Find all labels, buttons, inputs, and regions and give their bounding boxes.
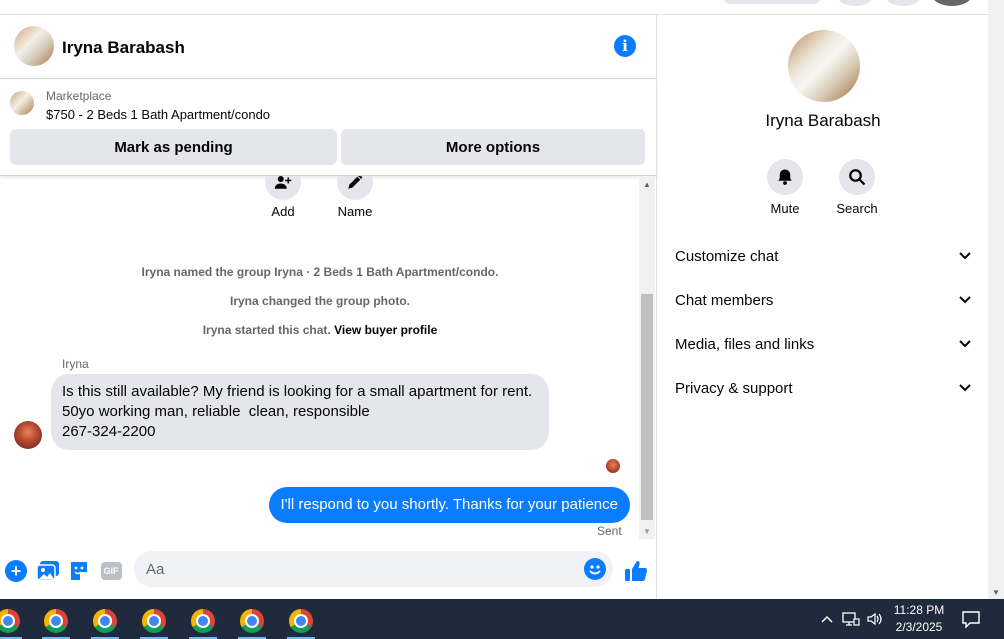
network-icon[interactable] — [840, 599, 862, 639]
view-buyer-profile-link[interactable]: View buyer profile — [334, 323, 437, 337]
mute-action[interactable]: Mute — [750, 159, 820, 216]
profile-avatar[interactable] — [788, 30, 860, 102]
section-label: Customize chat — [675, 247, 779, 265]
started-chat-text: Iryna started this chat. — [202, 323, 331, 337]
top-menu-button[interactable] — [838, 0, 872, 6]
conversation-info-panel: Iryna Barabash Mute Search Customize cha… — [658, 15, 988, 599]
search-label: Search — [836, 201, 878, 216]
chrome-icon — [240, 609, 264, 633]
privacy-support-section[interactable]: Privacy & support — [675, 370, 973, 406]
screen: Iryna Barabash i Marketplace $750 - 2 Be… — [0, 0, 1004, 639]
profile-name[interactable]: Iryna Barabash — [658, 111, 988, 131]
chrome-icon — [289, 609, 313, 633]
customize-chat-section[interactable]: Customize chat — [675, 238, 973, 274]
contact-avatar[interactable] — [14, 26, 54, 66]
name-label[interactable]: Name — [325, 204, 385, 219]
chrome-taskbar-icon[interactable] — [85, 603, 125, 639]
section-label: Media, files and links — [675, 335, 815, 353]
more-options-button[interactable]: More options — [341, 129, 645, 165]
search-action[interactable]: Search — [822, 159, 892, 216]
chrome-taskbar-icon[interactable] — [281, 603, 321, 639]
account-avatar[interactable] — [932, 0, 972, 6]
incoming-message-bubble[interactable]: Is this still available? My friend is lo… — [51, 374, 549, 450]
incoming-message-line: 50yo working man, reliable clean, respon… — [62, 403, 370, 420]
chevron-down-icon[interactable] — [957, 292, 973, 308]
chat-pane: Iryna Barabash i Marketplace $750 - 2 Be… — [0, 15, 657, 599]
incoming-message-line: Is this still available? My friend is lo… — [62, 383, 533, 400]
mark-as-pending-button[interactable]: Mark as pending — [10, 129, 337, 165]
page-scroll-down-arrow-icon[interactable]: ▼ — [988, 588, 1004, 597]
sticker-icon[interactable] — [68, 560, 90, 582]
windows-taskbar: 11:28 PM 2/3/2025 — [0, 599, 1004, 639]
sender-name: Iryna — [62, 357, 89, 371]
bell-icon[interactable] — [767, 159, 803, 195]
system-message-named-group: Iryna named the group Iryna · 2 Beds 1 B… — [141, 265, 499, 279]
section-label: Privacy & support — [675, 379, 793, 397]
chevron-down-icon[interactable] — [957, 380, 973, 396]
add-label[interactable]: Add — [253, 204, 313, 219]
message-composer: + GIF — [0, 539, 657, 599]
mute-label: Mute — [770, 201, 800, 216]
media-files-links-section[interactable]: Media, files and links — [675, 326, 973, 362]
photo-icon[interactable] — [37, 560, 59, 582]
chrome-taskbar-icon[interactable] — [0, 603, 28, 639]
chat-header: Iryna Barabash i — [0, 15, 657, 79]
message-input-wrapper — [134, 551, 613, 587]
page-scrollbar[interactable]: ▼ — [988, 0, 1004, 599]
incoming-message-line: 267-324-2200 — [62, 423, 156, 440]
chrome-icon — [191, 609, 215, 633]
chat-members-section[interactable]: Chat members — [675, 282, 973, 318]
chrome-icon — [0, 609, 20, 633]
chrome-taskbar-icon[interactable] — [232, 603, 272, 639]
top-search-pill[interactable] — [722, 0, 822, 4]
listing-title[interactable]: $750 - 2 Beds 1 Bath Apartment/condo — [46, 107, 270, 122]
top-notifications-button[interactable] — [886, 0, 920, 6]
marketplace-listing-bar: Marketplace $750 - 2 Beds 1 Bath Apartme… — [0, 79, 657, 176]
system-message-changed-photo: Iryna changed the group photo. — [230, 294, 410, 308]
chrome-icon — [44, 609, 68, 633]
gif-icon[interactable]: GIF — [100, 560, 122, 582]
system-clock[interactable]: 11:28 PM 2/3/2025 — [884, 602, 954, 636]
sender-avatar[interactable] — [14, 421, 42, 449]
add-person-icon[interactable] — [265, 176, 301, 200]
outgoing-message-bubble[interactable]: I'll respond to you shortly. Thanks for … — [268, 487, 630, 523]
chat-scrollbar-thumb[interactable] — [641, 294, 653, 520]
gif-label: GIF — [100, 562, 122, 580]
chrome-icon — [142, 609, 166, 633]
chrome-taskbar-icon[interactable] — [183, 603, 223, 639]
emoji-icon[interactable] — [584, 558, 606, 580]
search-icon[interactable] — [839, 159, 875, 195]
message-list: Add Name Iryna named the group Iryna · 2… — [0, 176, 657, 539]
listing-source: Marketplace — [46, 89, 112, 103]
notification-center-icon[interactable] — [958, 599, 984, 639]
clock-time: 11:28 PM — [893, 603, 945, 617]
scroll-down-arrow-icon[interactable]: ▼ — [639, 527, 655, 537]
chrome-icon — [93, 609, 117, 633]
chrome-taskbar-icon[interactable] — [36, 603, 76, 639]
seen-indicator-avatar — [606, 459, 620, 473]
pencil-icon[interactable] — [337, 176, 373, 200]
chevron-down-icon[interactable] — [957, 248, 973, 264]
chrome-taskbar-icon[interactable] — [134, 603, 174, 639]
sent-status: Sent — [597, 524, 622, 538]
clock-date: 2/3/2025 — [895, 620, 943, 634]
listing-thumbnail[interactable] — [10, 91, 34, 115]
volume-icon[interactable] — [864, 599, 886, 639]
chevron-down-icon[interactable] — [957, 336, 973, 352]
section-label: Chat members — [675, 291, 774, 309]
message-input[interactable] — [134, 551, 574, 587]
system-message-started-chat: Iryna started this chat. View buyer prof… — [0, 323, 640, 337]
info-icon[interactable]: i — [614, 35, 636, 57]
plus-icon[interactable]: + — [5, 560, 27, 582]
chat-title[interactable]: Iryna Barabash — [62, 38, 185, 58]
chat-scrollbar[interactable]: ▲ ▼ — [639, 176, 655, 539]
top-navigation-strip — [0, 0, 988, 15]
chevron-up-icon[interactable] — [818, 599, 836, 639]
scroll-up-arrow-icon[interactable]: ▲ — [639, 180, 655, 190]
thumbs-up-icon[interactable] — [624, 559, 648, 583]
